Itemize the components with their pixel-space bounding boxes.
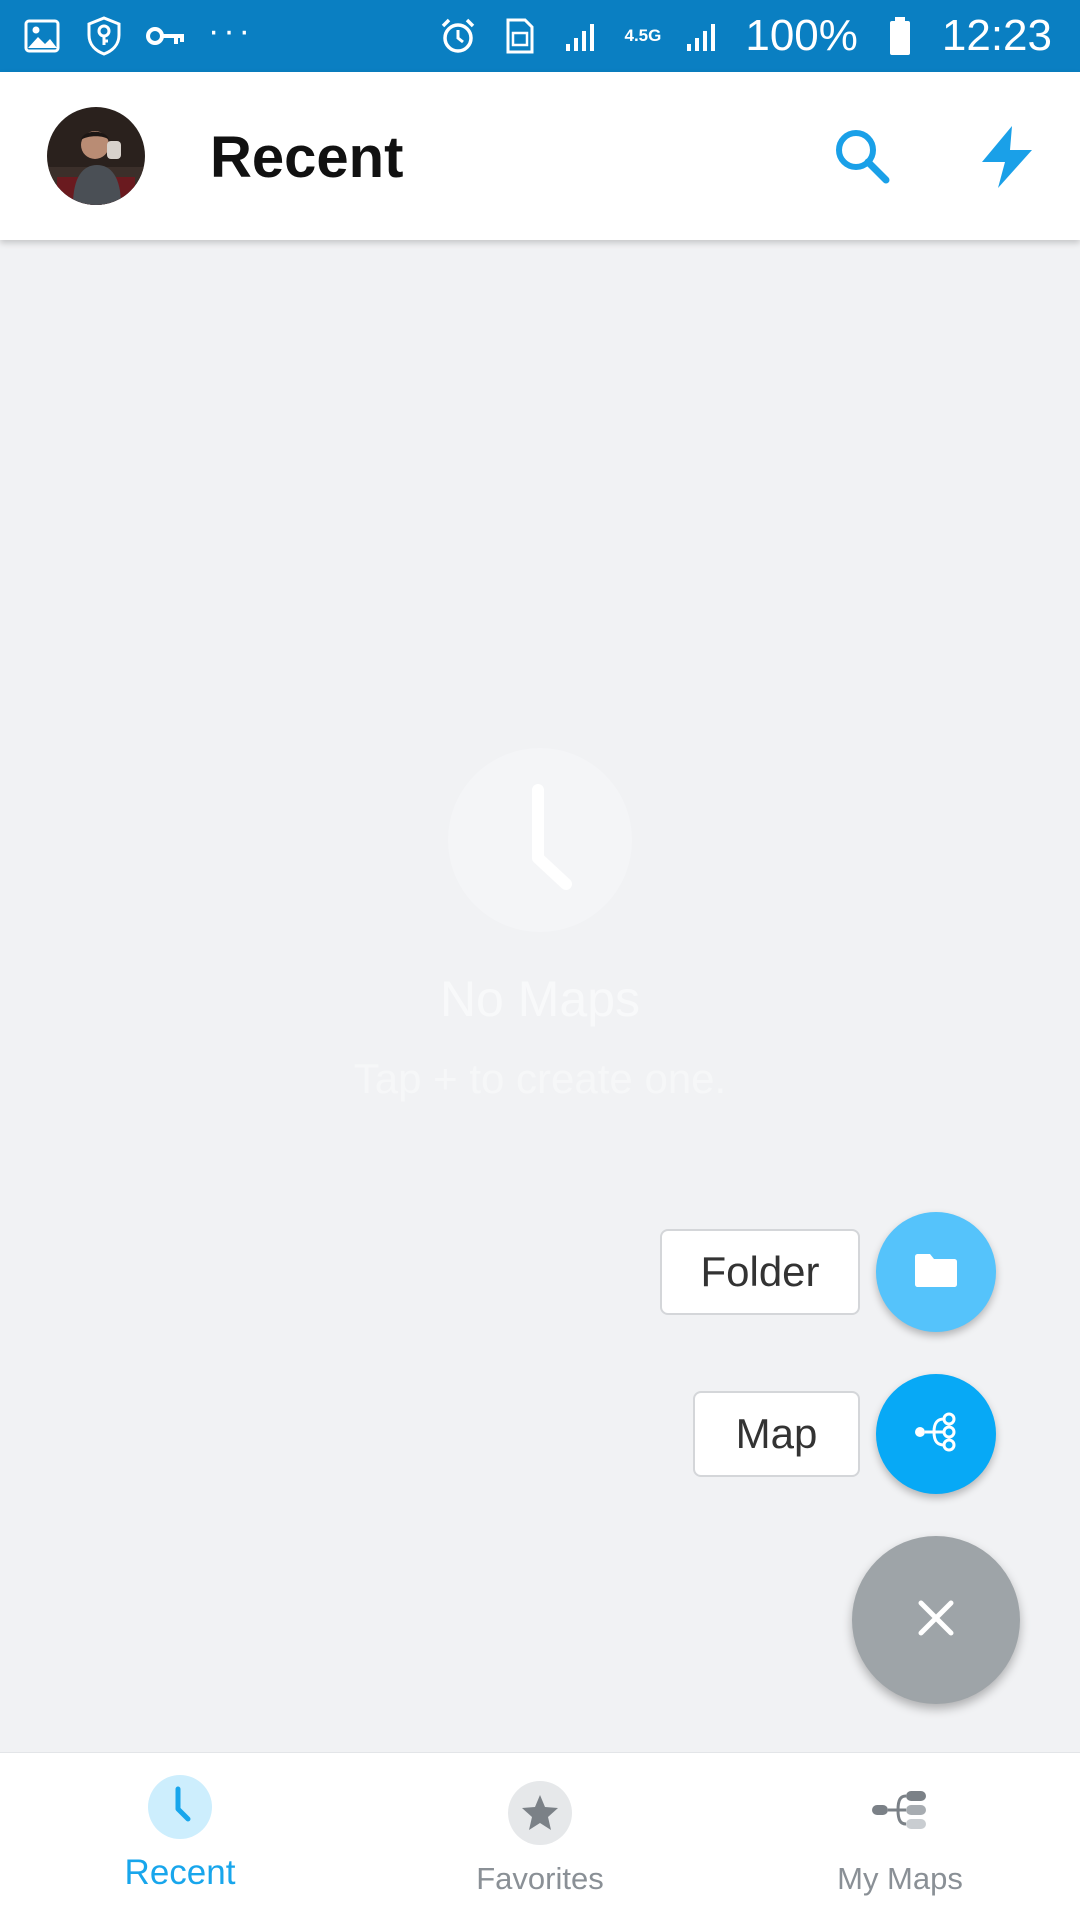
mind-map-icon — [868, 1779, 932, 1843]
tab-favorites-label: Favorites — [476, 1861, 604, 1896]
new-map-button[interactable] — [876, 1374, 996, 1494]
status-bar-right: 4.5G 100% 12:23 — [438, 11, 1052, 61]
app-bar: Recent — [0, 72, 1080, 240]
alarm-icon — [438, 16, 478, 56]
new-folder-label[interactable]: Folder — [660, 1229, 860, 1315]
page-title: Recent — [210, 125, 404, 190]
gallery-icon — [22, 16, 62, 56]
tab-favorites[interactable]: Favorites — [390, 1753, 690, 1920]
shield-key-icon — [84, 16, 124, 56]
search-icon — [830, 130, 894, 192]
key-icon — [146, 16, 186, 56]
sim-card-icon — [500, 16, 540, 56]
tab-recent[interactable]: Recent — [30, 1753, 330, 1920]
network-type: 4.5G — [624, 26, 662, 45]
new-map-label[interactable]: Map — [693, 1391, 860, 1477]
close-icon — [916, 1598, 956, 1643]
clock-icon — [448, 784, 632, 936]
empty-state-title: No Maps — [439, 971, 641, 1027]
clock-time: 12:23 — [941, 11, 1052, 60]
status-bar: ··· 4.5G 100% 12:23 — [0, 0, 1080, 72]
tab-my-maps[interactable]: My Maps — [750, 1753, 1050, 1920]
more-dots-icon: ··· — [208, 12, 254, 50]
signal-icon — [683, 16, 723, 56]
empty-state-subtitle: Tap + to create one. — [353, 1055, 727, 1102]
avatar[interactable] — [47, 107, 145, 205]
tab-recent-label: Recent — [124, 1853, 236, 1892]
close-speed-dial-button[interactable] — [852, 1536, 1020, 1704]
mind-map-icon — [912, 1410, 960, 1459]
battery-percent: 100% — [745, 11, 858, 60]
status-bar-left: ··· — [22, 12, 254, 56]
new-folder-button[interactable] — [876, 1212, 996, 1332]
bottom-navigation: Recent Favorites My Maps — [0, 1752, 1080, 1920]
tab-my-maps-label: My Maps — [837, 1861, 963, 1896]
battery-icon — [880, 16, 920, 56]
search-button[interactable] — [830, 124, 894, 188]
star-icon — [508, 1781, 572, 1845]
empty-state-icon-circle — [448, 748, 632, 932]
clock-icon — [148, 1775, 212, 1839]
signal-icon — [562, 16, 602, 56]
bolt-icon — [972, 126, 1042, 196]
folder-icon — [913, 1251, 959, 1294]
quick-action-button[interactable] — [972, 122, 1042, 192]
